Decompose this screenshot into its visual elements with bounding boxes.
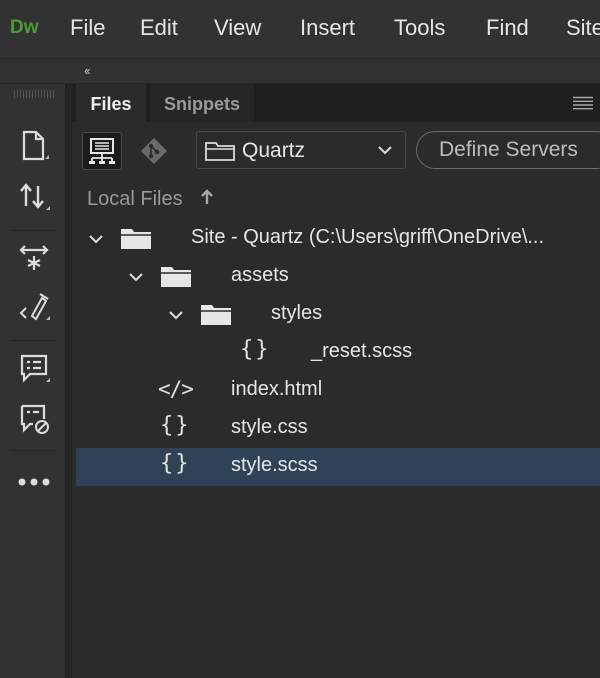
style-css-label: style.css <box>231 416 308 438</box>
server-icon <box>89 138 115 164</box>
tree-row-site-root[interactable]: Site - Quartz (C:\Users\griff\OneDrive\.… <box>76 220 600 258</box>
comment-icon[interactable] <box>14 348 54 388</box>
site-connect-button[interactable] <box>82 132 122 170</box>
folder-icon <box>201 305 231 325</box>
menu-bar: Dw File Edit View Insert Tools Find Site <box>0 0 600 58</box>
panel-menu-icon[interactable] <box>572 96 594 110</box>
collapse-panels-button[interactable]: ‹‹ <box>84 63 91 78</box>
get-put-icon[interactable] <box>14 176 54 216</box>
menu-view[interactable]: View <box>214 15 261 41</box>
tab-files[interactable]: Files <box>76 84 146 122</box>
site-select[interactable]: Quartz <box>196 131 406 169</box>
chevron-down-icon <box>378 146 392 155</box>
tree-row-index-html[interactable]: </> index.html <box>76 372 600 410</box>
define-servers-button[interactable]: Define Servers <box>416 131 600 169</box>
panel-collapse-strip: ‹‹ <box>0 58 600 84</box>
toolbar-separator <box>10 230 56 231</box>
assets-label: assets <box>231 264 289 286</box>
git-button[interactable] <box>134 132 174 170</box>
tree-row-assets[interactable]: assets <box>76 258 600 296</box>
tree-row-styles[interactable]: styles <box>76 296 600 334</box>
toolbar-grip[interactable] <box>14 90 54 98</box>
more-icon[interactable] <box>14 462 54 502</box>
chevron-down-icon[interactable] <box>168 309 184 321</box>
chevron-down-icon[interactable] <box>128 271 144 283</box>
folder-icon <box>161 267 191 287</box>
files-panel: Files Snippets Quartz Define Servers Loc… <box>72 84 600 678</box>
toolbar-separator <box>10 340 56 341</box>
menu-site[interactable]: Site <box>566 15 600 41</box>
folder-icon <box>121 229 151 249</box>
tab-snippets[interactable]: Snippets <box>150 84 254 122</box>
site-select-value: Quartz <box>242 139 306 162</box>
menu-edit[interactable]: Edit <box>140 15 178 41</box>
panel-tab-bar: Files Snippets <box>72 84 600 122</box>
tree-row-style-css[interactable]: {} style.css <box>76 410 600 448</box>
styles-label: styles <box>271 302 323 324</box>
reset-scss-label: _reset.scss <box>311 340 413 362</box>
expand-collapse-icon[interactable] <box>14 236 54 276</box>
dreamweaver-logo: Dw <box>10 17 39 38</box>
menu-insert[interactable]: Insert <box>300 15 355 41</box>
code-formatting-icon[interactable] <box>14 286 54 326</box>
chevron-down-icon[interactable] <box>88 233 104 245</box>
tree-row-style-scss[interactable]: {} style.scss <box>76 448 600 486</box>
css-file-icon: {} <box>160 413 191 438</box>
left-toolbar <box>0 84 66 678</box>
style-scss-label: style.scss <box>231 454 318 476</box>
folder-icon <box>205 142 235 161</box>
menu-find[interactable]: Find <box>486 15 529 41</box>
site-root-label: Site - Quartz (C:\Users\griff\OneDrive\.… <box>191 226 545 248</box>
scss-file-icon: {} <box>240 337 271 362</box>
local-files-label[interactable]: Local Files <box>87 188 183 211</box>
new-document-icon[interactable] <box>14 126 54 166</box>
tree-row-reset-scss[interactable]: {} _reset.scss <box>76 334 600 372</box>
menu-tools[interactable]: Tools <box>394 15 445 41</box>
menu-file[interactable]: File <box>70 15 105 41</box>
up-arrow-icon[interactable] <box>200 189 214 210</box>
remove-comment-icon[interactable] <box>14 398 54 438</box>
index-html-label: index.html <box>231 378 323 400</box>
html-file-icon: </> <box>158 377 194 401</box>
scss-file-icon: {} <box>160 451 191 476</box>
git-icon <box>141 138 167 164</box>
toolbar-separator <box>10 450 56 451</box>
files-toolbar: Quartz Define Servers <box>72 122 600 180</box>
